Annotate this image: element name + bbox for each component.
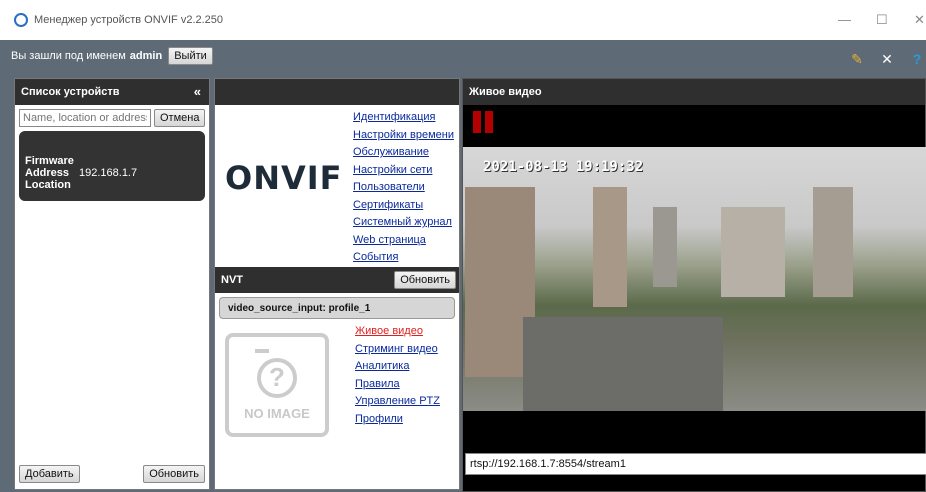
link-streaming[interactable]: Стриминг видео <box>355 341 440 359</box>
address-value: 192.168.1.7 <box>79 167 138 179</box>
video-timestamp: 2021-08-13 19:19:32 <box>483 159 644 175</box>
link-web-page[interactable]: Web страница <box>353 232 454 250</box>
pause-icon[interactable] <box>473 111 493 133</box>
collapse-icon[interactable]: « <box>194 84 201 99</box>
live-video-panel: Живое видео 2021-08-13 19:19:32 rtsp://1… <box>462 78 926 492</box>
onvif-area: ONVIF Идентификация Настройки времени Об… <box>215 105 459 267</box>
logout-button[interactable]: Выйти <box>168 47 213 65</box>
no-image-label: NO IMAGE <box>244 405 310 421</box>
tools-icon[interactable]: ✕ <box>878 51 896 67</box>
toolbar: ✎ ✕ ? <box>848 51 926 68</box>
app-logo-icon <box>14 13 28 27</box>
device-list-panel: Список устройств « Отмена Firmware Addre… <box>14 78 210 490</box>
refresh-nvt-button[interactable]: Обновить <box>394 271 456 289</box>
link-users[interactable]: Пользователи <box>353 179 454 197</box>
device-list-actions: Добавить Обновить <box>19 465 205 483</box>
firmware-label: Firmware <box>25 155 74 167</box>
login-bar: Вы зашли под именем admin Выйти <box>0 40 926 72</box>
device-panel: ONVIF Идентификация Настройки времени Об… <box>214 78 460 490</box>
palette-icon[interactable]: ✎ <box>848 51 866 67</box>
search-input[interactable] <box>19 109 151 127</box>
video-frame[interactable]: 2021-08-13 19:19:32 <box>463 147 926 411</box>
building <box>721 207 785 297</box>
minimize-icon[interactable]: — <box>838 12 851 27</box>
link-identification[interactable]: Идентификация <box>353 109 454 127</box>
profile-links: Живое видео Стриминг видео Аналитика Пра… <box>355 323 440 428</box>
link-certificates[interactable]: Сертификаты <box>353 197 454 215</box>
link-time-settings[interactable]: Настройки времени <box>353 127 454 145</box>
login-prefix: Вы зашли под именем <box>11 50 126 62</box>
onvif-logo: ONVIF <box>225 159 343 197</box>
app-window: Менеджер устройств ONVIF v2.2.250 — ☐ ✕ … <box>0 0 926 492</box>
rooftop <box>523 317 723 411</box>
refresh-devices-button[interactable]: Обновить <box>143 465 205 483</box>
login-user: admin <box>129 50 163 62</box>
camera-placeholder-icon: ? NO IMAGE <box>225 333 329 437</box>
link-network-settings[interactable]: Настройки сети <box>353 162 454 180</box>
maximize-icon[interactable]: ☐ <box>876 12 888 28</box>
link-live-video[interactable]: Живое видео <box>355 323 440 341</box>
address-label: Address <box>25 167 70 179</box>
link-system-log[interactable]: Системный журнал <box>353 214 454 232</box>
building <box>813 187 853 297</box>
help-icon[interactable]: ? <box>908 51 926 67</box>
title-bar: Менеджер устройств ONVIF v2.2.250 — ☐ ✕ <box>0 0 926 40</box>
stream-url-field[interactable]: rtsp://192.168.1.7:8554/stream1 <box>465 453 926 475</box>
building <box>653 207 677 287</box>
link-events[interactable]: События <box>353 249 454 267</box>
device-card[interactable]: Firmware Address 192.168.1.7 Location <box>19 131 205 201</box>
question-icon: ? <box>257 357 297 398</box>
live-video-header: Живое видео <box>463 79 925 105</box>
add-device-button[interactable]: Добавить <box>19 465 80 483</box>
profile-selector[interactable]: video_source_input: profile_1 <box>219 297 455 319</box>
link-analytics[interactable]: Аналитика <box>355 358 440 376</box>
cancel-button[interactable]: Отмена <box>154 109 206 127</box>
link-profiles[interactable]: Профили <box>355 411 440 429</box>
building <box>593 187 627 307</box>
device-links: Идентификация Настройки времени Обслужив… <box>353 109 454 267</box>
device-list-title: Список устройств <box>21 86 120 98</box>
live-video-title: Живое видео <box>469 86 542 98</box>
link-rules[interactable]: Правила <box>355 376 440 394</box>
link-maintenance[interactable]: Обслуживание <box>353 144 454 162</box>
nvt-title: NVT <box>221 274 243 286</box>
close-icon[interactable]: ✕ <box>914 12 925 28</box>
device-list-header: Список устройств « <box>15 79 209 105</box>
device-panel-header <box>215 79 459 105</box>
link-ptz[interactable]: Управление PTZ <box>355 393 440 411</box>
nvt-header: NVT Обновить <box>215 267 459 293</box>
window-title: Менеджер устройств ONVIF v2.2.250 <box>34 14 224 26</box>
placeholder-flash <box>255 349 269 353</box>
location-label: Location <box>25 179 71 191</box>
search-row: Отмена <box>19 109 206 127</box>
